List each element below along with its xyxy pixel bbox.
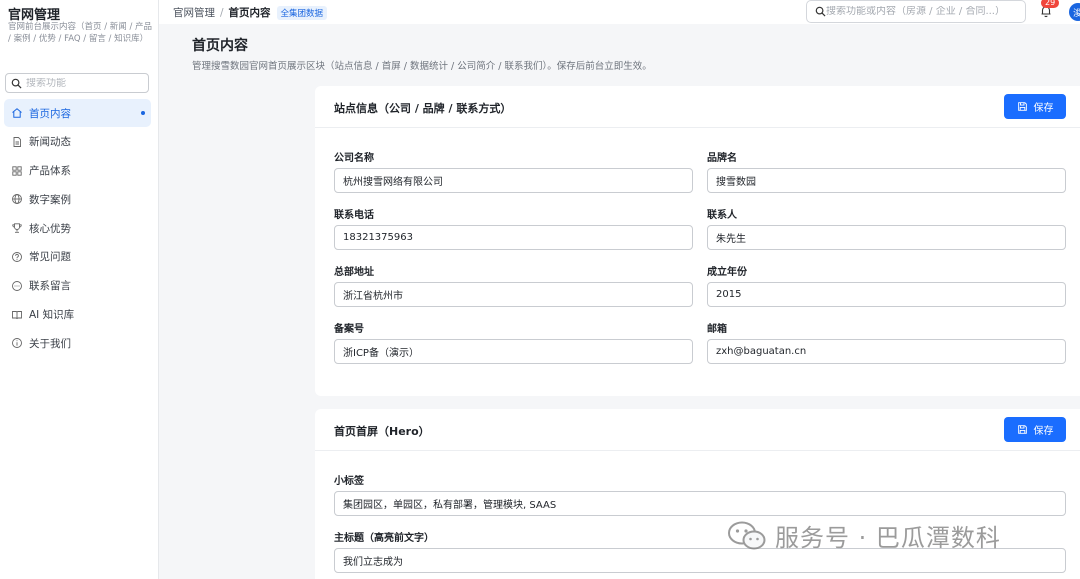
sidebar-item-knowledge-base[interactable]: AI 知识库	[4, 301, 151, 329]
contact-field: 联系人	[707, 206, 1066, 250]
home-icon	[12, 108, 22, 118]
notification-badge: 29	[1041, 0, 1060, 8]
field-label: 公司名称	[334, 153, 374, 164]
save-site-info-button[interactable]: 保存	[1004, 94, 1066, 119]
trophy-icon	[12, 223, 22, 233]
field-label: 总部地址	[334, 267, 374, 278]
chat-icon	[12, 280, 22, 291]
card-header: 站点信息（公司 / 品牌 / 联系方式） 保存	[315, 86, 1080, 128]
phone-input[interactable]	[334, 225, 693, 250]
sidebar-item-advantages[interactable]: 核心优势	[4, 214, 151, 242]
sidebar-item-faq[interactable]: 常见问题	[4, 243, 151, 271]
breadcrumb-current: 首页内容	[228, 7, 271, 19]
icp-input[interactable]	[334, 339, 693, 364]
sidebar-nav: 首页内容 新闻动态 产品体系 数字案例 核心优势 常见问题 联系留言 AI 知识…	[4, 99, 151, 358]
grid-icon	[12, 165, 22, 176]
field-label: 联系人	[707, 210, 737, 221]
sidebar-item-label: 数字案例	[29, 193, 71, 206]
search-icon	[815, 6, 826, 17]
email-input[interactable]	[707, 339, 1066, 364]
save-label: 保存	[1033, 103, 1054, 114]
sidebar-item-about[interactable]: 关于我们	[4, 329, 151, 357]
brand-name-field: 品牌名	[707, 149, 1066, 193]
active-dot	[141, 111, 145, 115]
card-header: 首页首屏（Hero） 保存	[315, 409, 1080, 451]
breadcrumb-separator: /	[220, 6, 224, 19]
global-search[interactable]	[806, 0, 1026, 23]
globe-icon	[12, 194, 22, 205]
sidebar-item-label: 常见问题	[29, 251, 71, 264]
icp-field: 备案号	[334, 320, 693, 364]
founded-year-field: 成立年份	[707, 263, 1066, 307]
tagline-input[interactable]	[334, 491, 1066, 516]
breadcrumb: 官网管理 / 首页内容 全集团数据	[173, 5, 328, 20]
sidebar: 官网管理 官网前台展示内容（首页 / 新闻 / 产品 / 案例 / 优势 / F…	[0, 0, 159, 579]
global-search-input[interactable]	[826, 6, 1016, 17]
field-label: 备案号	[334, 324, 364, 335]
page-title: 首页内容	[192, 38, 248, 54]
phone-field: 联系电话	[334, 206, 693, 250]
address-input[interactable]	[334, 282, 693, 307]
sidebar-search-input[interactable]	[26, 77, 144, 89]
card-title: 首页首屏（Hero）	[334, 425, 430, 438]
breadcrumb-root[interactable]: 官网管理	[173, 5, 215, 20]
email-field: 邮箱	[707, 320, 1066, 364]
book-icon	[12, 310, 22, 319]
sidebar-item-label: AI 知识库	[29, 309, 75, 322]
hero-card: 首页首屏（Hero） 保存 小标签 主标题（高亮前文字）	[315, 409, 1080, 579]
sidebar-description: 官网前台展示内容（首页 / 新闻 / 产品 / 案例 / 优势 / FAQ / …	[8, 22, 153, 44]
save-icon	[1017, 425, 1027, 434]
company-name-input[interactable]	[334, 168, 693, 193]
company-name-field: 公司名称	[334, 149, 693, 193]
sidebar-item-news[interactable]: 新闻动态	[4, 128, 151, 156]
wechat-icon	[728, 521, 766, 549]
question-icon	[12, 252, 22, 262]
sidebar-item-label: 关于我们	[29, 337, 71, 350]
sidebar-item-cases[interactable]: 数字案例	[4, 185, 151, 213]
field-label: 联系电话	[334, 210, 374, 221]
contact-input[interactable]	[707, 225, 1066, 250]
field-label: 邮箱	[707, 324, 727, 335]
document-icon	[13, 136, 21, 147]
page-subtitle: 管理搜雪数园官网首页展示区块（站点信息 / 首屏 / 数据统计 / 公司简介 /…	[192, 61, 652, 72]
sidebar-item-products[interactable]: 产品体系	[4, 157, 151, 185]
card-title: 站点信息（公司 / 品牌 / 联系方式）	[334, 102, 512, 115]
field-label: 小标签	[334, 476, 364, 487]
sidebar-search[interactable]	[5, 73, 149, 93]
field-label: 品牌名	[707, 153, 737, 164]
sidebar-item-home-content[interactable]: 首页内容	[4, 99, 151, 127]
save-hero-button[interactable]: 保存	[1004, 417, 1066, 442]
info-icon	[12, 338, 22, 349]
sidebar-item-label: 联系留言	[29, 280, 71, 293]
save-icon	[1017, 102, 1027, 111]
sidebar-item-label: 产品体系	[29, 165, 71, 178]
sidebar-item-label: 核心优势	[29, 222, 71, 235]
watermark-text: 服务号 · 巴瓜潭数科	[775, 524, 1001, 552]
search-icon	[11, 78, 22, 89]
sidebar-item-label: 新闻动态	[29, 136, 71, 149]
founded-year-input[interactable]	[707, 282, 1066, 307]
save-label: 保存	[1033, 426, 1054, 437]
watermark: 服务号 · 巴瓜潭数科	[727, 518, 1001, 553]
sidebar-item-messages[interactable]: 联系留言	[4, 272, 151, 300]
address-field: 总部地址	[334, 263, 693, 307]
tagline-field: 小标签	[334, 472, 1066, 516]
sidebar-item-label: 首页内容	[29, 107, 71, 120]
topbar: 官网管理 / 首页内容 全集团数据 29 浚	[159, 0, 1080, 24]
avatar[interactable]: 浚	[1069, 3, 1080, 21]
brand-name-input[interactable]	[707, 168, 1066, 193]
field-label: 成立年份	[707, 267, 747, 278]
scope-badge: 全集团数据	[276, 5, 328, 20]
site-info-card: 站点信息（公司 / 品牌 / 联系方式） 保存 公司名称 品牌名 联系电话 联系…	[315, 86, 1080, 396]
